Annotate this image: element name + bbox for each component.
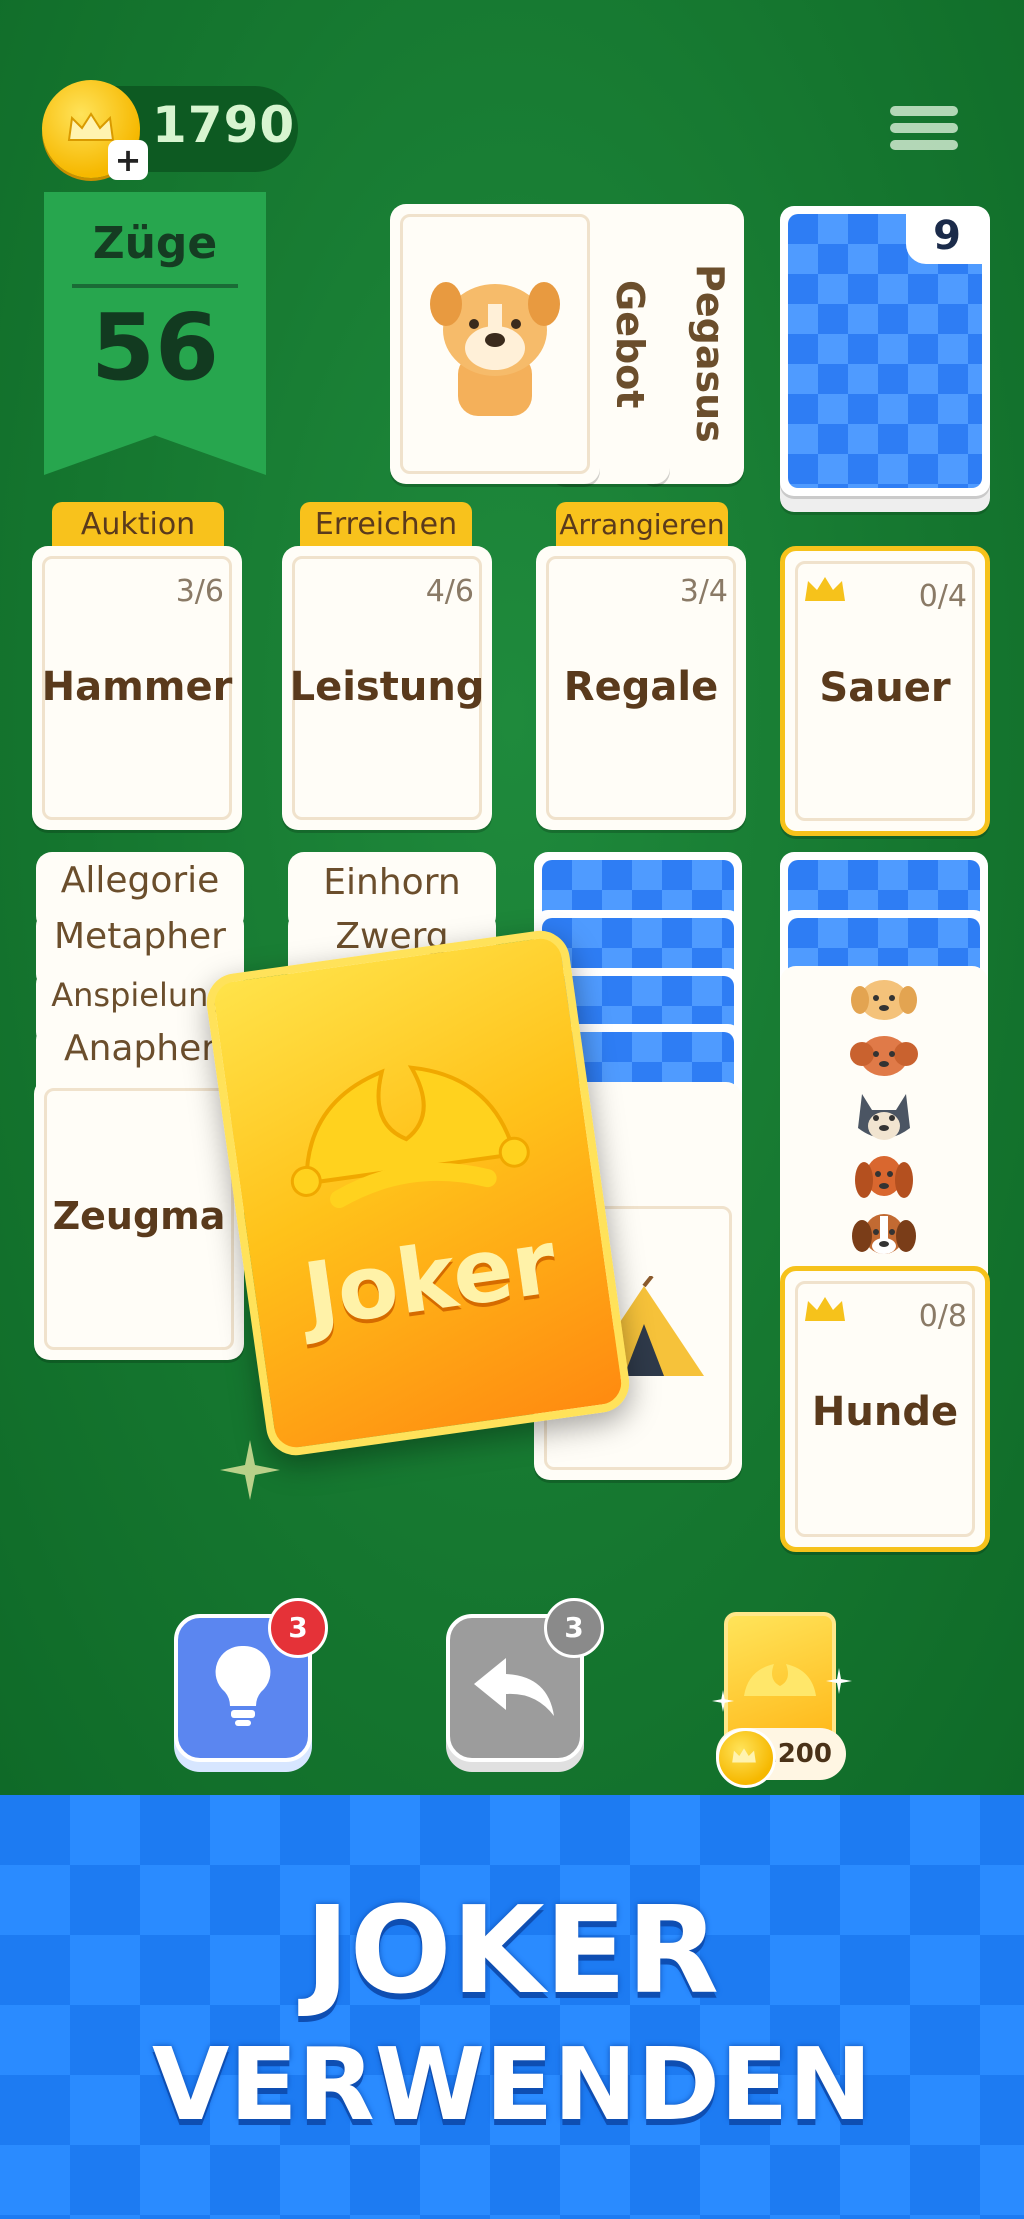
joker-card[interactable]: Joker (202, 926, 634, 1460)
moves-value: 56 (90, 294, 220, 401)
category-title: Regale (563, 664, 719, 710)
open-card-bulldog[interactable] (390, 204, 600, 484)
bulldog-icon (430, 282, 560, 416)
category-card-sauer[interactable]: 0/4 Sauer (780, 546, 990, 836)
category-card-leistung[interactable]: 4/6 Leistung (282, 546, 492, 830)
column-card-zeugma[interactable]: Zeugma (34, 1078, 244, 1360)
jester-hat-icon (744, 1664, 816, 1696)
coin-icon (716, 1728, 776, 1788)
sparkle-icon (712, 1690, 734, 1712)
category-count: 0/8 (918, 1299, 967, 1334)
category-title: Hammer (41, 664, 233, 710)
category-count: 3/4 (679, 574, 728, 609)
stack-card-label: Einhorn (323, 862, 461, 903)
category-title: Hunde (811, 1389, 959, 1435)
stack-card-label: Allegorie (60, 860, 220, 901)
category-tab: Erreichen (300, 502, 472, 546)
waste-card-label: Pegasus (688, 264, 732, 443)
spaniel-dog-icon (855, 1156, 913, 1198)
undo-icon (474, 1658, 554, 1716)
stock-count: 9 (906, 208, 988, 264)
beagle-dog-icon (852, 1214, 916, 1254)
waste-card-label: Gebot (608, 280, 652, 409)
promo-headline-line2: VERWENDEN (151, 2026, 873, 2143)
moves-divider (72, 284, 238, 288)
sparkle-icon (826, 1668, 852, 1694)
category-title: Sauer (819, 665, 951, 711)
category-card-regale[interactable]: 3/4 Regale (536, 546, 746, 830)
category-title: Leistung (289, 664, 485, 710)
jester-hat-icon (290, 1065, 530, 1209)
husky-dog-icon (858, 1094, 910, 1140)
crown-icon (805, 1297, 845, 1321)
stack-card-label: Metapher (53, 916, 226, 957)
category-card-hammer[interactable]: 3/6 Hammer (32, 546, 242, 830)
hamburger-icon[interactable] (890, 106, 958, 158)
lightbulb-icon (215, 1645, 271, 1726)
promo-headline-line1: JOKER (304, 1882, 720, 2021)
joker-label: Joker (297, 1210, 563, 1348)
category-tab: Arrangieren (556, 502, 728, 546)
category-count: 0/4 (918, 579, 967, 614)
category-count: 4/6 (425, 574, 474, 609)
undo-count-badge: 3 (544, 1598, 604, 1658)
golden-dog-icon (851, 980, 917, 1020)
category-tab: Auktion (52, 502, 224, 546)
crown-icon (805, 577, 845, 601)
hint-count-badge: 3 (268, 1598, 328, 1658)
poodle-dog-icon (850, 1036, 918, 1076)
plus-icon[interactable]: + (108, 140, 148, 180)
category-card-hunde[interactable]: 0/8 Hunde (780, 1266, 990, 1552)
category-count: 3/6 (175, 574, 224, 609)
moves-label: Züge (92, 218, 218, 269)
sparkle-icon (220, 1440, 280, 1500)
coin-value: 1790 (152, 96, 296, 154)
card-title: Zeugma (52, 1194, 226, 1238)
